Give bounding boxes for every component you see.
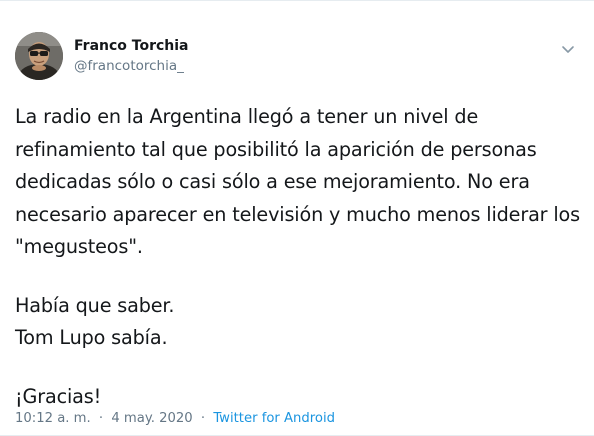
tweet-time[interactable]: 10:12 a. m. [15,411,91,426]
tweet-paragraph: Tom Lupo sabía. [15,326,168,349]
tweet-source-link[interactable]: Twitter for Android [213,411,335,426]
tweet-paragraph: ¡Gracias! [15,384,102,408]
author-name[interactable]: Franco Torchia [74,37,189,55]
tweet-paragraph: La radio en la Argentina llegó a tener u… [15,105,580,258]
tweet-meta: 10:12 a. m. · 4 may. 2020 · Twitter for … [15,410,335,428]
meta-separator: · [200,411,206,426]
chevron-down-icon[interactable] [561,40,575,53]
avatar[interactable] [15,32,63,80]
meta-separator: · [98,411,104,426]
tweet-card: Franco Torchia @francotorchia_ La radio … [0,0,594,436]
avatar-photo-icon [15,32,63,80]
author-handle[interactable]: @francotorchia_ [74,57,189,75]
top-divider [0,0,594,1]
author-names: Franco Torchia @francotorchia_ [74,37,189,75]
tweet-text: La radio en la Argentina llegó a tener u… [15,101,583,413]
tweet-date[interactable]: 4 may. 2020 [111,411,192,426]
tweet-paragraph: Había que saber. [15,293,175,317]
tweet-header: Franco Torchia @francotorchia_ [15,32,575,80]
